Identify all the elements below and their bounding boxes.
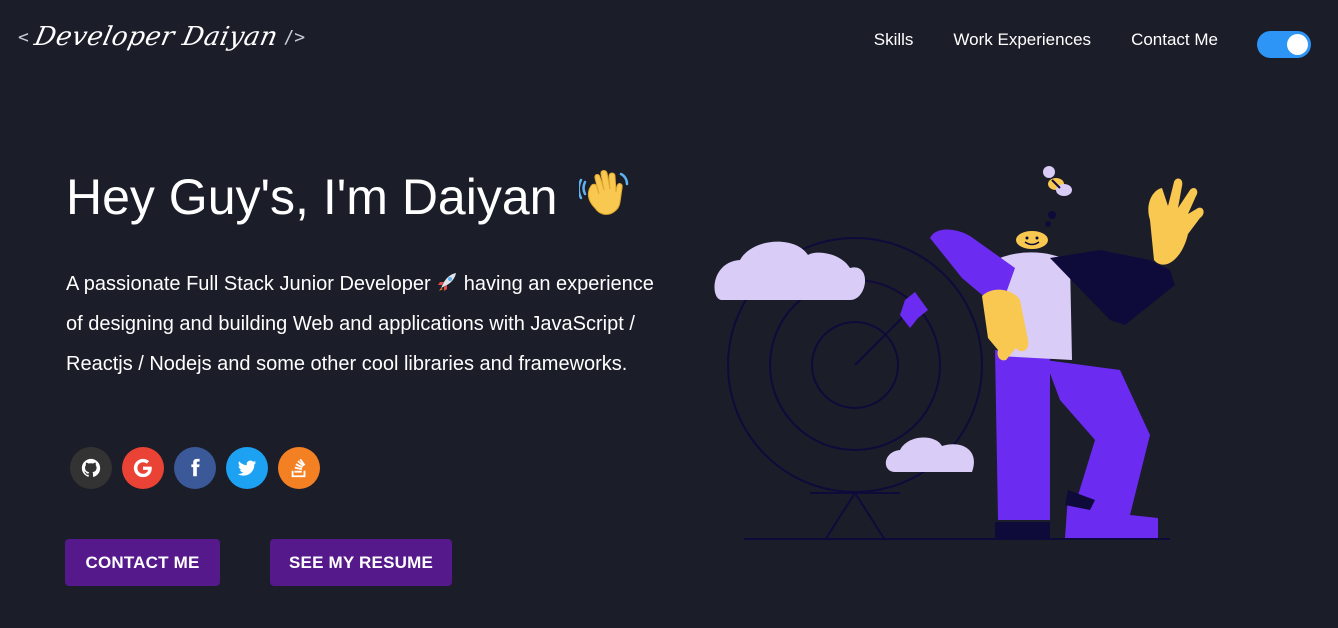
logo[interactable]: < Developer Daiyan /> [18, 22, 305, 52]
portfolio-page: < Developer Daiyan /> Skills Work Experi… [0, 0, 1338, 628]
hero-title: Hey Guy's, I'm Daiyan [66, 168, 631, 226]
nav-skills[interactable]: Skills [874, 30, 914, 50]
logo-open-bracket: < [18, 26, 29, 48]
social-links [70, 447, 320, 489]
facebook-glyph [191, 458, 200, 477]
github-glyph [81, 458, 101, 477]
twitter-glyph [237, 460, 257, 476]
main-nav: Skills Work Experiences Contact Me [874, 30, 1218, 50]
google-glyph [133, 458, 152, 478]
theme-toggle-knob [1287, 34, 1308, 55]
nav-contact-me[interactable]: Contact Me [1131, 30, 1218, 50]
google-icon[interactable] [122, 447, 164, 489]
waving-hand-icon [579, 170, 629, 215]
twitter-icon[interactable] [226, 447, 268, 489]
contact-me-button[interactable]: CONTACT ME [65, 539, 220, 586]
stackoverflow-glyph [291, 458, 306, 478]
theme-toggle[interactable] [1257, 31, 1311, 58]
stackoverflow-icon[interactable] [278, 447, 320, 489]
see-resume-button[interactable]: SEE MY RESUME [270, 539, 452, 586]
cloud-small-icon [885, 437, 974, 472]
facebook-icon[interactable] [174, 447, 216, 489]
rocket-icon [438, 273, 457, 291]
bee-icon [1043, 166, 1072, 196]
hero-title-text: Hey Guy's, I'm Daiyan [66, 169, 558, 225]
logo-name: Developer Daiyan [31, 22, 281, 52]
dart-icon [854, 292, 928, 366]
hero-description-part1: A passionate Full Stack Junior Developer [66, 273, 431, 295]
logo-close-bracket: /> [283, 26, 306, 48]
nav-work-experiences[interactable]: Work Experiences [953, 30, 1091, 50]
cloud-large-icon [714, 241, 866, 300]
hero-description: A passionate Full Stack Junior Developer… [66, 264, 676, 384]
character-illustration [930, 178, 1204, 538]
header: < Developer Daiyan /> Skills Work Experi… [0, 0, 1338, 84]
hero-illustration [714, 166, 1204, 541]
github-icon[interactable] [70, 447, 112, 489]
